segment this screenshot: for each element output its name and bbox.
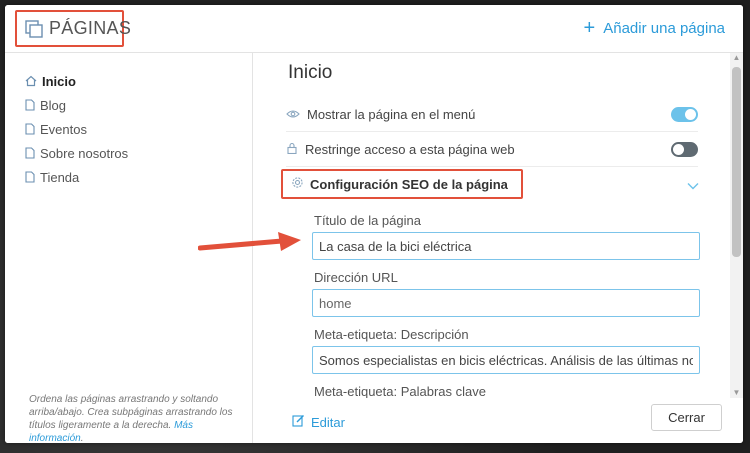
content-scrollbar[interactable]: ▲ ▼ <box>730 53 743 398</box>
dialog-header: PÁGINAS + Añadir una página <box>5 5 743 53</box>
sidebar-item-label: Tienda <box>40 169 80 185</box>
sidebar-item-label: Sobre nosotros <box>40 145 129 161</box>
meta-description-label: Meta-etiqueta: Descripción <box>314 327 469 342</box>
add-page-button[interactable]: + Añadir una página <box>583 17 725 39</box>
page-title-input[interactable] <box>312 232 700 260</box>
setting-show-in-menu: Mostrar la página en el menú <box>286 98 698 132</box>
plus-icon: + <box>583 17 596 39</box>
toggle-knob <box>673 144 684 155</box>
scroll-thumb[interactable] <box>732 67 741 257</box>
edit-button[interactable]: Editar <box>292 414 345 430</box>
gear-icon <box>291 176 304 192</box>
setting-restrict-access: Restringe acceso a esta página web <box>286 133 698 167</box>
sidebar-item-label: Blog <box>40 97 67 113</box>
setting-label: Mostrar la página en el menú <box>307 107 476 122</box>
sidebar-item-eventos[interactable]: Eventos <box>25 120 87 138</box>
pages-icon <box>25 19 43 38</box>
lock-icon <box>286 142 298 157</box>
page-icon <box>25 123 35 135</box>
page-icon <box>25 99 35 111</box>
page-settings-panel: Inicio Mostrar la página en el menú Rest… <box>254 53 730 398</box>
eye-icon <box>286 107 300 122</box>
sidebar-item-blog[interactable]: Blog <box>25 96 66 114</box>
dialog-footer: Editar Cerrar <box>254 398 743 443</box>
chevron-down-icon[interactable] <box>687 177 699 195</box>
meta-description-input[interactable] <box>312 346 700 374</box>
pages-dialog: PÁGINAS + Añadir una página Inicio Blog … <box>5 5 743 443</box>
sidebar-item-inicio[interactable]: Inicio <box>25 72 76 90</box>
meta-keywords-label: Meta-etiqueta: Palabras clave <box>314 384 486 398</box>
sidebar-item-sobre-nosotros[interactable]: Sobre nosotros <box>25 144 128 162</box>
url-label: Dirección URL <box>314 270 398 285</box>
setting-label: Restringe acceso a esta página web <box>305 142 515 157</box>
page-title-label: Título de la página <box>314 213 421 228</box>
sidebar-help-text: Ordena las páginas arrastrando y soltand… <box>29 393 244 443</box>
help-text: Ordena las páginas arrastrando y soltand… <box>29 394 233 431</box>
show-in-menu-toggle[interactable] <box>671 107 698 122</box>
annotation-arrow-icon <box>198 232 301 251</box>
toggle-knob <box>685 109 696 120</box>
dialog-title-text: PÁGINAS <box>49 18 132 38</box>
scroll-down-icon[interactable]: ▼ <box>732 388 741 398</box>
pencil-icon <box>292 414 305 430</box>
page-title: Inicio <box>288 62 333 83</box>
sidebar-item-label: Inicio <box>42 73 76 89</box>
edit-label: Editar <box>311 414 345 430</box>
url-input[interactable] <box>312 289 700 317</box>
restrict-access-toggle[interactable] <box>671 142 698 157</box>
page-icon <box>25 147 35 159</box>
sidebar-item-tienda[interactable]: Tienda <box>25 168 79 186</box>
sidebar-item-label: Eventos <box>40 121 87 137</box>
page-icon <box>25 171 35 183</box>
seo-settings-label: Configuración SEO de la página <box>310 176 508 192</box>
close-button[interactable]: Cerrar <box>651 404 722 431</box>
dialog-title: PÁGINAS <box>15 10 131 47</box>
add-page-label: Añadir una página <box>603 19 725 37</box>
seo-settings-header[interactable]: Configuración SEO de la página <box>281 169 523 199</box>
home-icon <box>25 75 37 87</box>
help-period: . <box>80 433 84 443</box>
scroll-up-icon[interactable]: ▲ <box>732 53 741 63</box>
